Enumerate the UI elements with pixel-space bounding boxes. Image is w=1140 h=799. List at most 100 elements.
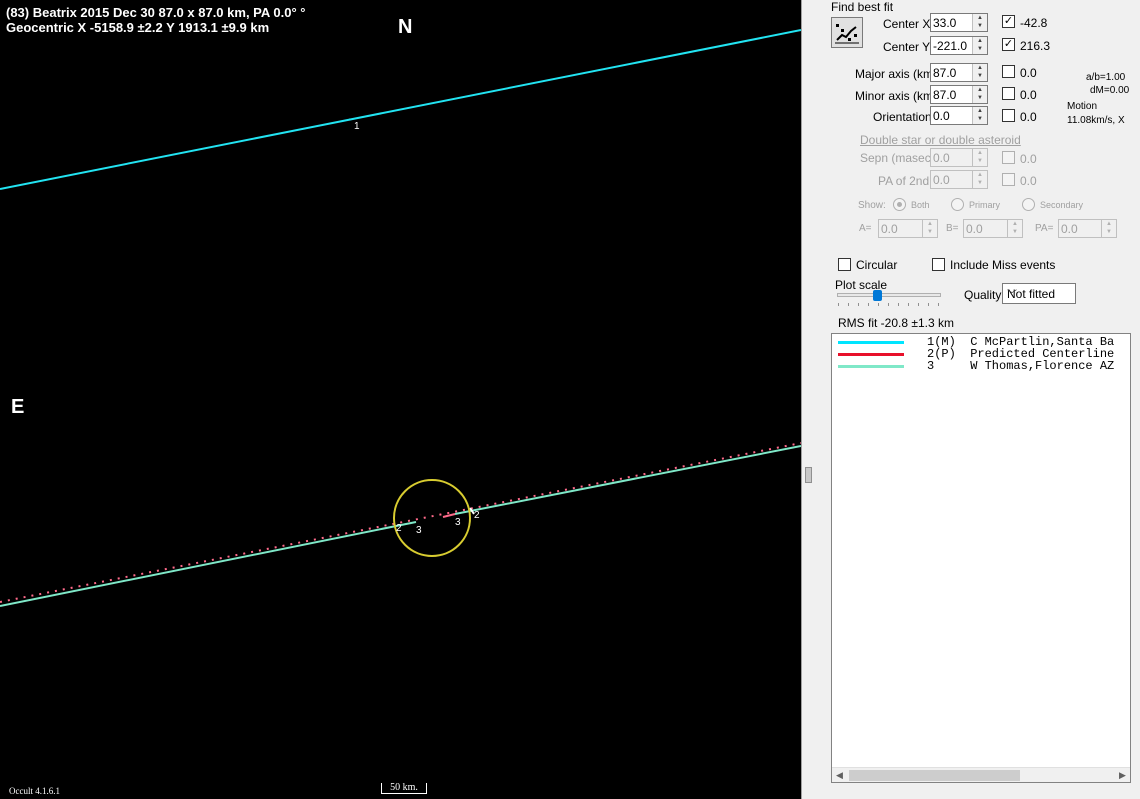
show-label: Show:	[858, 200, 886, 211]
pa-2nd-input[interactable]: ▲▼	[930, 170, 988, 189]
pa-2nd-fit-checkbox[interactable]	[1002, 173, 1015, 186]
legend-item[interactable]: 3 W Thomas,Florence AZ	[832, 359, 1130, 373]
chord-3-line-west	[0, 521, 417, 607]
b-spinner[interactable]: ▲ ▼	[1007, 220, 1022, 237]
show-both-radio[interactable]	[893, 198, 906, 211]
a-label: A=	[859, 223, 872, 234]
show-secondary-label: Secondary	[1040, 200, 1084, 210]
find-best-fit-button[interactable]	[831, 17, 863, 48]
center-y-fit-value: 216.3	[1020, 39, 1051, 53]
splitter-grip[interactable]	[805, 467, 812, 483]
plot-canvas	[0, 29, 801, 607]
chord-2-segment	[442, 513, 456, 518]
center-y-field[interactable]	[933, 38, 969, 53]
sepn-fit-value: 0.0	[1020, 152, 1037, 166]
include-miss-label: Include Miss events	[950, 258, 1056, 272]
major-axis-spinner[interactable]: ▲ ▼	[972, 64, 987, 81]
a-spinner[interactable]: ▲ ▼	[922, 220, 937, 237]
center-x-fit-checkbox[interactable]: ✓	[1002, 15, 1015, 28]
legend-item-text: 3 W Thomas,Florence AZ	[927, 359, 1115, 373]
circular-checkbox[interactable]	[838, 258, 851, 271]
center-x-field[interactable]	[933, 15, 969, 30]
center-y-input[interactable]: ▲▼	[930, 36, 988, 55]
pa-label: PA=	[1035, 223, 1054, 234]
chord-label-1: 1	[354, 121, 360, 132]
plot-scale-thumb[interactable]	[873, 290, 883, 301]
chord-label-2-west: 2	[396, 523, 402, 534]
orientation-input[interactable]: ▲▼	[930, 106, 988, 125]
sepn-fit-checkbox[interactable]	[1002, 151, 1015, 164]
major-axis-fit-checkbox[interactable]	[1002, 65, 1015, 78]
chord-legend-list[interactable]: 1(M) C McPartlin,Santa Ba 2(P) Predicted…	[831, 333, 1131, 783]
show-secondary-radio[interactable]	[1022, 198, 1035, 211]
center-x-input[interactable]: ▲▼	[930, 13, 988, 32]
scroll-left-icon[interactable]: ◀	[832, 768, 847, 782]
quality-label: Quality	[964, 288, 1002, 302]
major-axis-fit-value: 0.0	[1020, 66, 1037, 80]
center-x-label: Center X	[883, 17, 931, 31]
pa-2nd-fit-value: 0.0	[1020, 174, 1037, 188]
show-primary-radio[interactable]	[951, 198, 964, 211]
scale-bar: 50 km.	[381, 783, 427, 794]
chevron-down-icon: ﹀	[1007, 290, 1017, 301]
pa-input[interactable]: ▲▼	[1058, 219, 1117, 238]
minor-axis-field[interactable]	[933, 87, 969, 102]
a-field[interactable]	[881, 221, 919, 236]
minor-axis-label: Minor axis (km)	[855, 89, 938, 103]
minor-axis-spinner[interactable]: ▲ ▼	[972, 86, 987, 103]
minor-axis-input[interactable]: ▲▼	[930, 85, 988, 104]
rms-fit-label: RMS fit -20.8 ±1.3 km	[838, 316, 954, 330]
fit-control-panel: Find best fit Center X ▲▼ ✓ -42.8 Center…	[814, 0, 1140, 799]
plot-scale-track[interactable]	[837, 293, 941, 297]
chord-3-line-east	[454, 445, 801, 515]
chord-label-3-east: 3	[455, 517, 461, 528]
pa-2nd-field[interactable]	[933, 172, 969, 187]
major-axis-input[interactable]: ▲▼	[930, 63, 988, 82]
b-field[interactable]	[966, 221, 1004, 236]
scroll-thumb[interactable]	[849, 770, 1020, 781]
sepn-input[interactable]: ▲▼	[930, 148, 988, 167]
double-star-link[interactable]: Double star or double asteroid	[860, 133, 1021, 147]
b-input[interactable]: ▲▼	[963, 219, 1023, 238]
orientation-field[interactable]	[933, 108, 969, 123]
legend-swatch	[838, 365, 904, 368]
sepn-label: Sepn (masec)	[860, 151, 935, 165]
plot-scale-ticks	[838, 303, 941, 306]
pa-spinner[interactable]: ▲ ▼	[1101, 220, 1116, 237]
orientation-spinner[interactable]: ▲ ▼	[972, 107, 987, 124]
legend-horizontal-scrollbar[interactable]: ◀ ▶	[832, 767, 1130, 782]
circular-label: Circular	[856, 258, 898, 272]
plot-geocentric-readout: Geocentric X -5158.9 ±2.2 Y 1913.1 ±9.9 …	[6, 20, 270, 35]
pa-2nd-spinner[interactable]: ▲ ▼	[972, 171, 987, 188]
a-input[interactable]: ▲▼	[878, 219, 938, 238]
chord-label-2-east: 2	[474, 510, 480, 521]
scroll-right-icon[interactable]: ▶	[1115, 768, 1130, 782]
include-miss-checkbox[interactable]	[932, 258, 945, 271]
minor-axis-fit-checkbox[interactable]	[1002, 87, 1015, 100]
major-axis-field[interactable]	[933, 65, 969, 80]
chord-label-3-west: 3	[416, 525, 422, 536]
center-y-spinner[interactable]: ▲ ▼	[972, 37, 987, 54]
occultation-plot[interactable]: (83) Beatrix 2015 Dec 30 87.0 x 87.0 km,…	[0, 0, 801, 799]
quality-dropdown[interactable]: Not fitted ﹀	[1002, 283, 1076, 304]
center-y-fit-checkbox[interactable]: ✓	[1002, 38, 1015, 51]
major-axis-label: Major axis (km)	[855, 67, 938, 81]
best-fit-icon	[835, 24, 859, 44]
orientation-fit-value: 0.0	[1020, 110, 1037, 124]
sepn-field[interactable]	[933, 150, 969, 165]
legend-swatch	[838, 341, 904, 344]
b-label: B=	[946, 223, 959, 234]
find-best-fit-label: Find best fit	[831, 0, 894, 14]
pa-field[interactable]	[1061, 221, 1098, 236]
show-both-label: Both	[911, 200, 930, 210]
version-label: Occult 4.1.6.1	[9, 786, 60, 796]
panel-splitter[interactable]	[801, 0, 814, 799]
center-y-label: Center Y	[883, 40, 931, 54]
orientation-fit-checkbox[interactable]	[1002, 109, 1015, 122]
center-x-spinner[interactable]: ▲ ▼	[972, 14, 987, 31]
dm-value: dM=0.00	[1090, 85, 1130, 96]
minor-axis-fit-value: 0.0	[1020, 88, 1037, 102]
pa-2nd-label: PA of 2nd	[878, 174, 930, 188]
sepn-spinner[interactable]: ▲ ▼	[972, 149, 987, 166]
center-x-fit-value: -42.8	[1020, 16, 1048, 30]
